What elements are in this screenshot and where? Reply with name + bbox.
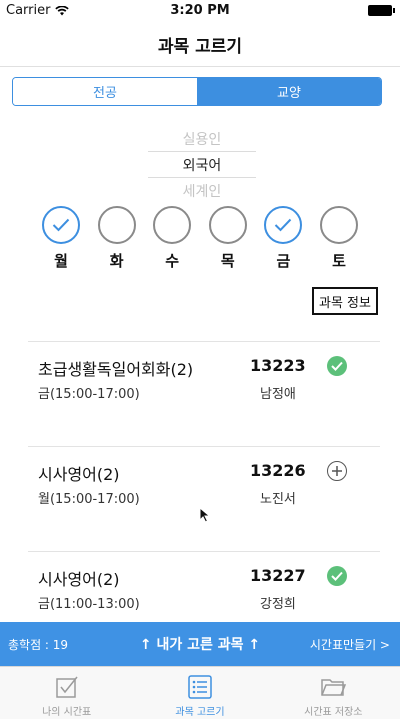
course-professor: 강정희 <box>260 597 296 612</box>
status-time: 3:20 PM <box>170 3 230 18</box>
picker-option-below[interactable]: 세계인 <box>148 178 256 203</box>
battery-icon <box>368 5 395 16</box>
course-time: 월(15:00-17:00) <box>38 492 140 507</box>
day-label: 토 <box>332 252 346 270</box>
navigation-bar: 과목 고르기 <box>0 22 400 67</box>
day-toggle-sat[interactable]: 토 <box>318 206 360 271</box>
folder-icon <box>321 679 347 696</box>
course-row[interactable]: 초급생활독일어회화(2) 금(15:00-17:00) 13223 남정애 <box>28 341 380 446</box>
list-icon <box>188 675 212 699</box>
course-name: 초급생활독일어회화(2) <box>38 360 194 379</box>
course-name: 시사영어(2) <box>38 570 120 589</box>
picker-option-above[interactable]: 실용인 <box>148 126 256 151</box>
course-info-button[interactable]: 과목 정보 <box>312 287 378 315</box>
segment-major[interactable]: 전공 <box>13 78 197 105</box>
course-time: 금(15:00-17:00) <box>38 387 140 402</box>
day-toggle-wed[interactable]: 수 <box>151 206 193 271</box>
segment-general[interactable]: 교양 <box>197 78 381 105</box>
mouse-cursor-icon <box>199 507 211 523</box>
course-code: 13227 <box>250 566 306 585</box>
day-checkbox[interactable] <box>97 206 136 244</box>
add-plus-icon[interactable] <box>327 461 347 481</box>
day-checkbox[interactable] <box>153 206 192 244</box>
day-toggle-fri[interactable]: 금 <box>262 206 304 271</box>
course-time: 금(11:00-13:00) <box>38 597 140 612</box>
course-row[interactable]: 시사영어(2) 월(15:00-17:00) 13226 노진서 <box>28 446 380 551</box>
added-check-icon[interactable] <box>327 566 347 586</box>
day-checkbox[interactable] <box>208 206 247 244</box>
course-code: 13226 <box>250 461 306 480</box>
make-timetable-button[interactable]: 시간표만들기 > <box>310 636 390 653</box>
picker-option-selected[interactable]: 외국어 <box>148 151 256 178</box>
course-name: 시사영어(2) <box>38 465 120 484</box>
course-code: 13223 <box>250 356 306 375</box>
checkmark-icon <box>52 218 70 232</box>
day-label: 목 <box>220 252 235 270</box>
tab-label: 시간표 저장소 <box>304 707 363 718</box>
course-professor: 남정애 <box>260 387 296 402</box>
checkbox-icon <box>55 676 78 698</box>
course-professor: 노진서 <box>260 492 296 507</box>
subcategory-picker[interactable]: 실용인 외국어 세계인 <box>148 126 256 203</box>
day-selector: 월 화 수 목 금 토 <box>40 206 360 271</box>
course-list: 초급생활독일어회화(2) 금(15:00-17:00) 13223 남정애 시사… <box>28 341 380 656</box>
day-toggle-tue[interactable]: 화 <box>96 206 138 271</box>
day-label: 월 <box>54 252 68 270</box>
day-label: 금 <box>276 252 291 270</box>
day-toggle-mon[interactable]: 월 <box>40 206 82 271</box>
day-checkbox[interactable] <box>42 206 80 244</box>
status-bar: Carrier 3:20 PM <box>0 0 400 22</box>
tab-my-timetable[interactable]: 나의 시간표 <box>0 667 133 719</box>
added-check-icon[interactable] <box>327 356 347 376</box>
tab-bar: 나의 시간표 과목 고르기 시간표 저장소 <box>0 666 400 719</box>
day-label: 화 <box>109 252 124 270</box>
category-segmented-control: 전공 교양 <box>12 77 382 106</box>
day-label: 수 <box>165 252 180 270</box>
page-title: 과목 고르기 <box>157 36 243 57</box>
day-checkbox[interactable] <box>319 206 358 244</box>
tab-label: 나의 시간표 <box>42 707 92 718</box>
tab-timetable-storage[interactable]: 시간표 저장소 <box>267 667 400 719</box>
day-checkbox[interactable] <box>264 206 303 244</box>
day-toggle-thu[interactable]: 목 <box>207 206 249 271</box>
checkmark-icon <box>275 218 292 232</box>
tab-pick-courses[interactable]: 과목 고르기 <box>133 667 266 719</box>
selection-bar: 총학점 : 19 ↑ 내가 고른 과목 ↑ 시간표만들기 > <box>0 622 400 666</box>
tab-label: 과목 고르기 <box>175 707 225 718</box>
